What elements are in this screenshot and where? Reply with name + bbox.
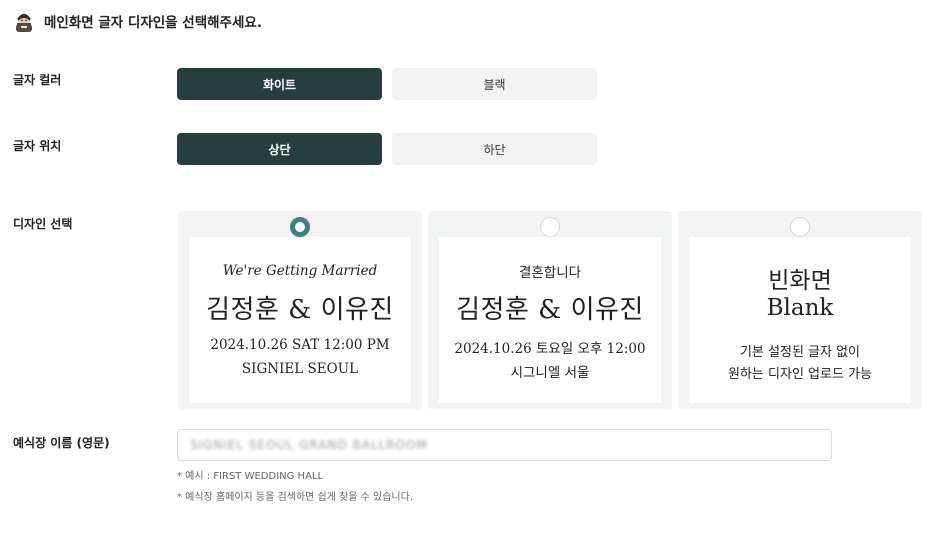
text-position-top-button[interactable]: 상단 [177,133,382,165]
venue-hint-example: * 예시 : FIRST WEDDING HALL [177,471,324,482]
design-preview: We're Getting Married 김정훈 & 이유진 2024.10.… [189,237,411,403]
text-position-label: 글자 위치 [13,139,62,153]
design-card-korean[interactable]: 결혼합니다 김정훈 & 이유진 2024.10.26 토요일 오후 12:00 … [428,211,672,409]
preview-blank-desc: 원하는 디자인 업로드 가능 [728,367,872,382]
text-color-black-button[interactable]: 블랙 [392,68,597,100]
design-card-blank[interactable]: 빈화면 Blank 기본 설정된 글자 없이 원하는 디자인 업로드 가능 [678,211,922,409]
preview-blank-subtitle: Blank [766,295,834,321]
preview-blank-desc: 기본 설정된 글자 없이 [739,345,861,360]
preview-script-text: We're Getting Married [222,263,378,279]
preview-venue: 시그니엘 서울 [510,365,590,381]
design-card-script[interactable]: We're Getting Married 김정훈 & 이유진 2024.10.… [178,211,422,409]
preview-datetime: 2024.10.26 SAT 12:00 PM [210,337,390,353]
preview-names: 김정훈 & 이유진 [456,295,644,325]
text-color-white-button[interactable]: 화이트 [177,68,382,100]
design-radio-selected[interactable] [290,217,310,237]
page-header: 메인화면 글자 디자인을 선택해주세요. [13,10,262,32]
venue-name-label: 예식장 이름 (영문) [13,436,110,450]
design-radio[interactable] [540,217,560,237]
preview-heading: 결혼합니다 [518,265,582,281]
preview-datetime: 2024.10.26 토요일 오후 12:00 [454,341,646,357]
venue-name-value: SIGNIEL SEOUL GRAND BALLROOM [190,438,428,452]
design-preview: 결혼합니다 김정훈 & 이유진 2024.10.26 토요일 오후 12:00 … [439,237,661,403]
design-preview: 빈화면 Blank 기본 설정된 글자 없이 원하는 디자인 업로드 가능 [689,237,911,403]
text-position-bottom-button[interactable]: 하단 [392,133,597,165]
design-radio[interactable] [790,217,810,237]
preview-names: 김정훈 & 이유진 [206,295,394,325]
design-select-label: 디자인 선택 [13,217,73,231]
preview-blank-title: 빈화면 [768,268,832,294]
person-avatar-icon [16,13,32,32]
text-color-label: 글자 컬러 [13,73,62,87]
page-title: 메인화면 글자 디자인을 선택해주세요. [44,15,262,31]
preview-venue: SIGNIEL SEOUL [241,361,359,377]
venue-name-input[interactable]: SIGNIEL SEOUL GRAND BALLROOM [177,429,832,461]
venue-hint-search: * 예식장 홈페이지 등을 검색하면 쉽게 찾을 수 있습니다. [177,492,414,503]
